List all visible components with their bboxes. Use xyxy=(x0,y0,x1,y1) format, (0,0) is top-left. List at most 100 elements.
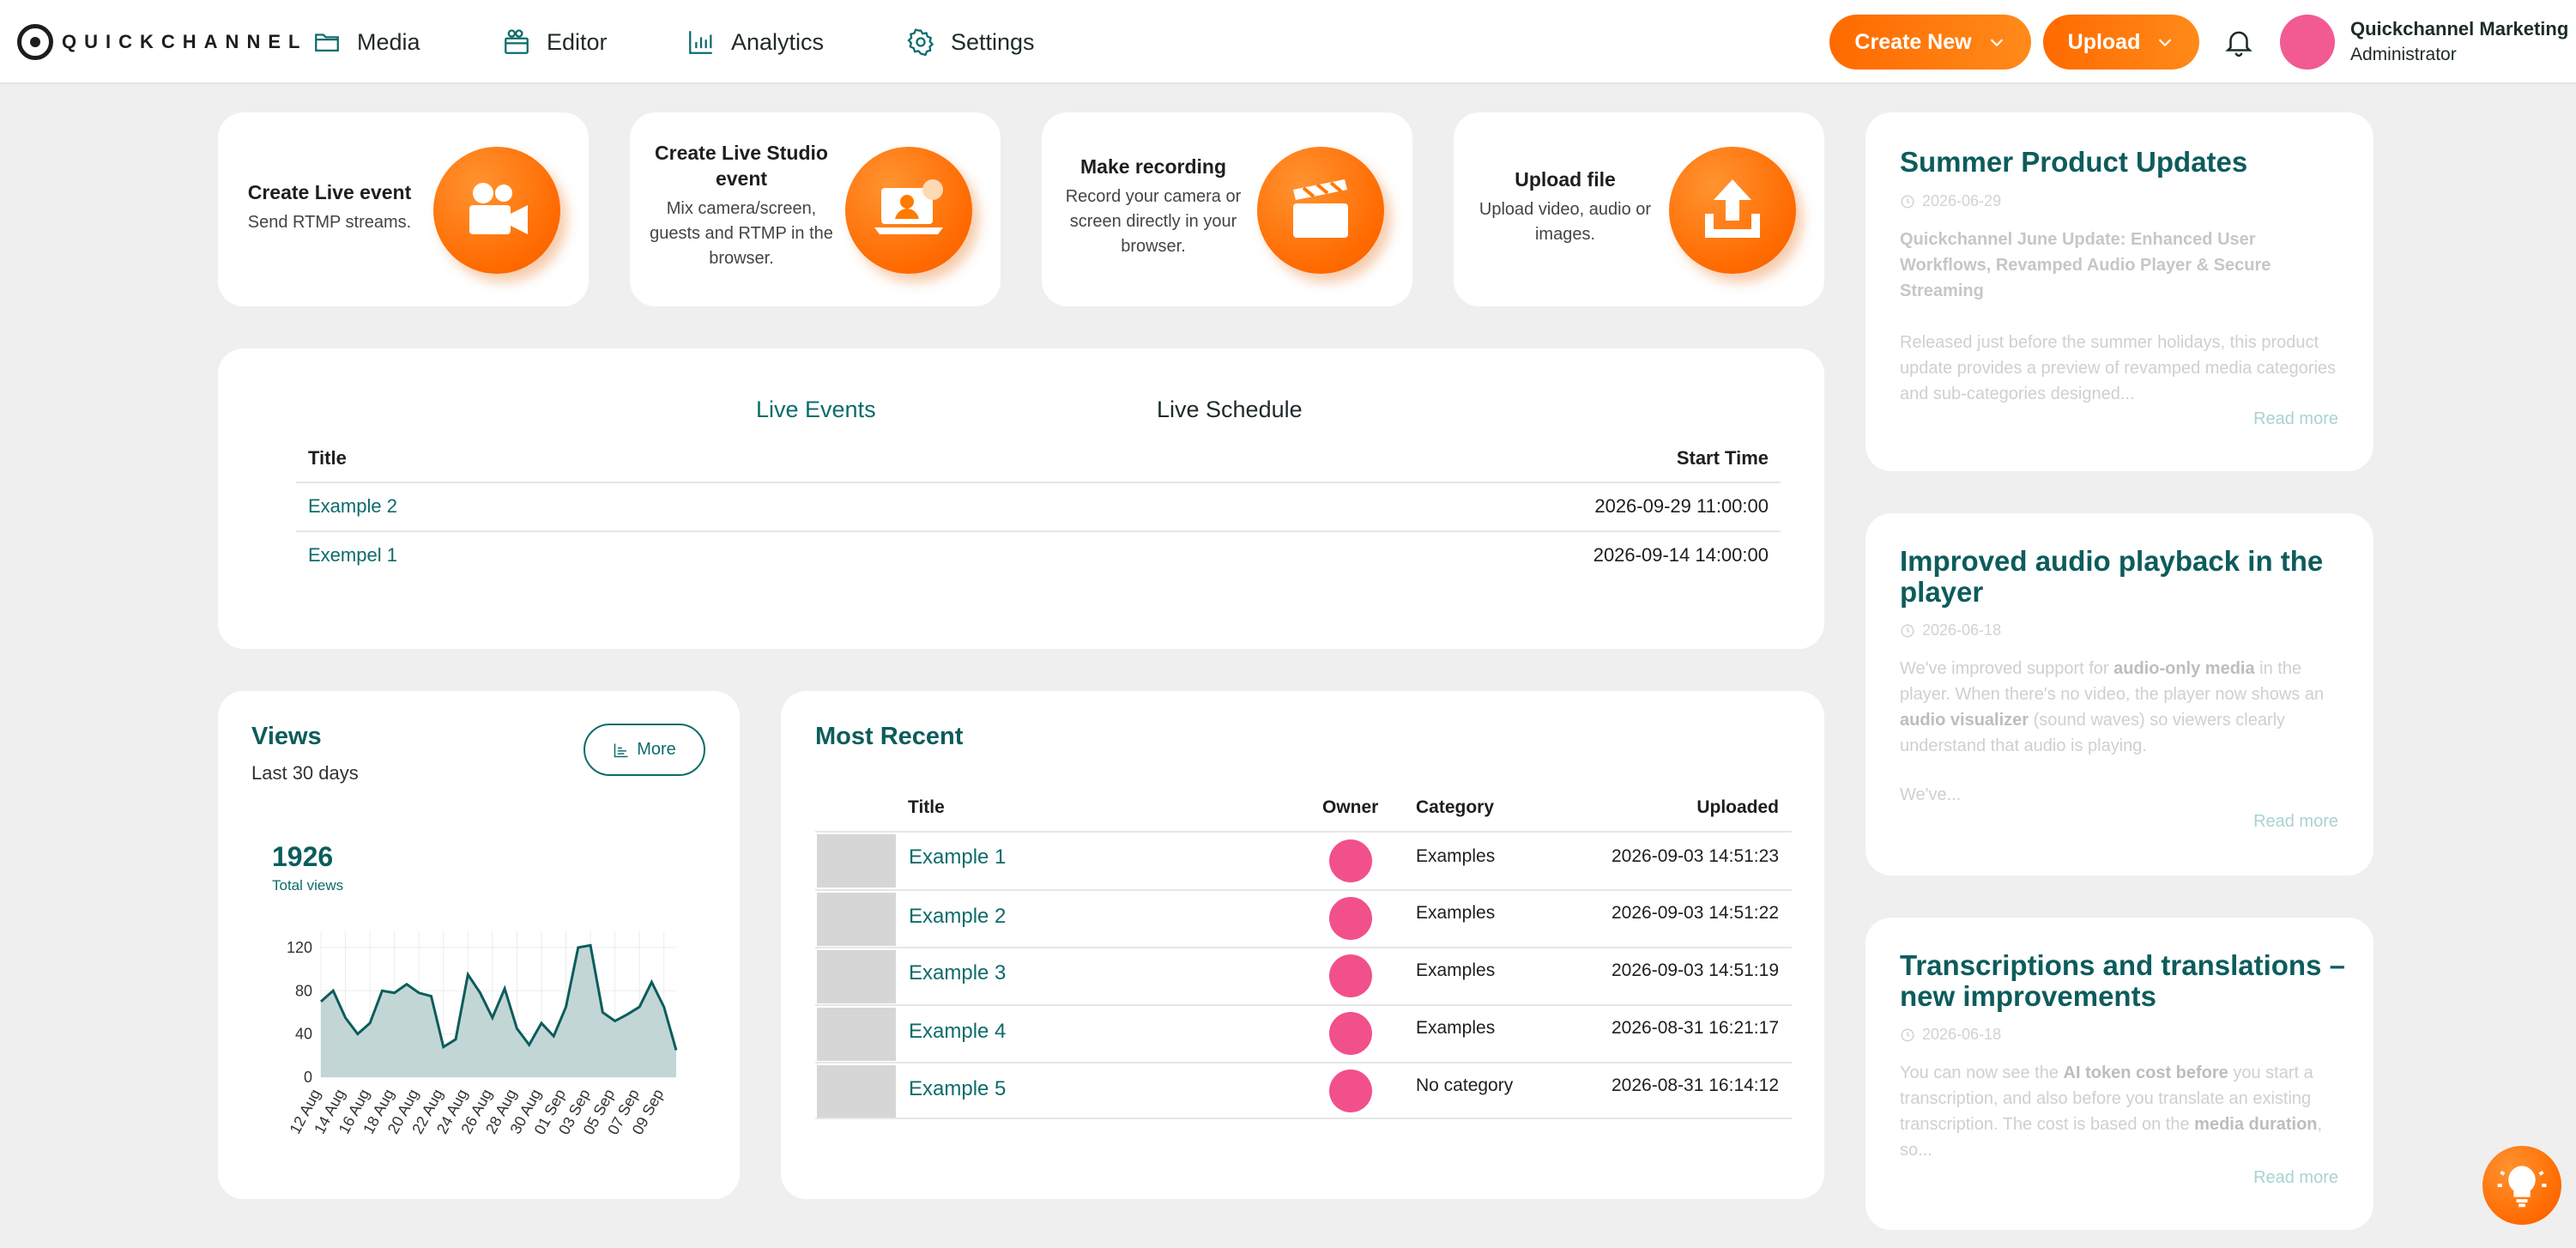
news-date: 2026-06-18 xyxy=(1900,621,2001,639)
row-divider xyxy=(815,947,1792,948)
folder-icon xyxy=(315,33,339,52)
user-avatar[interactable] xyxy=(2280,15,2335,70)
quick-action-icon-circle xyxy=(433,147,560,274)
recent-media-title[interactable]: Example 4 xyxy=(909,1020,1006,1044)
recent-col-uploaded: Uploaded xyxy=(1696,797,1779,817)
views-title: Views xyxy=(251,723,322,750)
news-date: 2026-06-18 xyxy=(1900,1026,2001,1044)
read-more-link[interactable]: Read more xyxy=(2253,409,2338,429)
nav-editor-label: Editor xyxy=(547,28,608,55)
text-run: You can now see the xyxy=(1900,1063,2064,1082)
y-tick-label: 80 xyxy=(295,982,312,999)
chevron-down-icon xyxy=(1990,39,2003,47)
recent-media-category: Examples xyxy=(1416,960,1496,980)
y-tick-label: 40 xyxy=(295,1026,312,1043)
quick-action-icon-circle xyxy=(845,147,972,274)
quick-action-text: Make recording Record your camera or scr… xyxy=(1059,154,1248,259)
user-name[interactable]: Quickchannel Marketing xyxy=(2350,18,2568,40)
nav-editor[interactable]: Editor xyxy=(502,0,608,84)
bold-text-run: AI token cost before xyxy=(2063,1063,2228,1082)
quick-action-title: Make recording xyxy=(1080,155,1226,178)
row-divider xyxy=(815,889,1792,891)
nav-media[interactable]: Media xyxy=(312,0,420,84)
row-divider xyxy=(815,831,1792,833)
media-thumbnail[interactable] xyxy=(817,1065,896,1118)
create-new-button[interactable]: Create New xyxy=(1829,15,2031,70)
views-more-label: More xyxy=(637,740,676,759)
media-thumbnail[interactable] xyxy=(817,893,896,946)
lightbulb-icon xyxy=(2497,1166,2547,1208)
tab-live-schedule[interactable]: Live Schedule xyxy=(1157,397,1303,423)
row-divider xyxy=(815,1118,1792,1119)
media-thumbnail[interactable] xyxy=(817,1008,896,1061)
news-excerpt-tail: We've... xyxy=(1900,785,1962,804)
most-recent-card xyxy=(781,691,1824,1199)
quick-action-text: Upload file Upload video, audio or image… xyxy=(1471,167,1660,247)
bold-text-run: media duration xyxy=(2194,1115,2318,1134)
quick-action-recording[interactable]: Make recording Record your camera or scr… xyxy=(1042,112,1412,306)
video-camera-icon xyxy=(469,183,528,234)
nav-media-label: Media xyxy=(357,28,420,55)
nav-analytics[interactable]: Analytics xyxy=(686,0,824,84)
recent-media-category: Examples xyxy=(1416,1018,1496,1038)
upload-icon xyxy=(1705,179,1760,238)
tab-live-events[interactable]: Live Events xyxy=(756,397,876,423)
recent-media-uploaded: 2026-09-03 14:51:23 xyxy=(1612,846,1779,866)
live-event-title[interactable]: Exempel 1 xyxy=(308,544,397,566)
news-excerpt: Released just before the summer holidays… xyxy=(1900,333,2337,403)
upload-button[interactable]: Upload xyxy=(2043,15,2199,70)
live-col-title: Title xyxy=(308,447,347,469)
recent-media-title[interactable]: Example 5 xyxy=(909,1077,1006,1101)
owner-avatar xyxy=(1329,1069,1372,1112)
quick-action-icon-circle xyxy=(1669,147,1796,274)
row-divider xyxy=(815,1004,1792,1006)
news-title[interactable]: Summer Product Updates xyxy=(1900,147,2346,178)
logo-mark-icon xyxy=(17,24,53,60)
bold-text-run: audio-only media xyxy=(2113,659,2255,678)
news-card: Transcriptions and translations – new im… xyxy=(1865,918,2373,1230)
clock-icon xyxy=(1901,624,1914,637)
quick-action-desc: Mix camera/screen, guests and RTMP in th… xyxy=(650,199,833,268)
news-title[interactable]: Transcriptions and translations – new im… xyxy=(1900,950,2346,1012)
quickchannel-logo[interactable]: QUICKCHANNEL xyxy=(17,24,307,60)
recent-col-category: Category xyxy=(1416,797,1495,817)
news-title[interactable]: Improved audio playback in the player xyxy=(1900,546,2346,608)
quick-action-live-event[interactable]: Create Live event Send RTMP streams. xyxy=(218,112,589,306)
news-date-text: 2026-06-18 xyxy=(1922,621,2002,639)
quick-action-title: Create Live Studio event xyxy=(655,142,828,190)
recent-media-category: No category xyxy=(1416,1075,1514,1095)
live-col-start-time: Start Time xyxy=(1676,447,1769,469)
views-subtitle: Last 30 days xyxy=(251,762,359,784)
recent-media-uploaded: 2026-08-31 16:21:17 xyxy=(1612,1018,1779,1038)
total-views-number: 1926 xyxy=(272,841,334,872)
help-ideas-button[interactable] xyxy=(2482,1146,2561,1225)
quick-action-text: Create Live Studio event Mix camera/scre… xyxy=(647,140,836,271)
y-tick-label: 0 xyxy=(304,1069,312,1086)
recent-media-title[interactable]: Example 2 xyxy=(909,905,1006,929)
recent-media-title[interactable]: Example 3 xyxy=(909,961,1006,985)
most-recent-title: Most Recent xyxy=(815,723,964,750)
news-card: Summer Product Updates 2026-06-29 Quickc… xyxy=(1865,112,2373,471)
live-events-card xyxy=(218,348,1824,649)
recent-media-title[interactable]: Example 1 xyxy=(909,845,1006,869)
clock-icon xyxy=(1901,195,1914,208)
news-card: Improved audio playback in the player 20… xyxy=(1865,513,2373,875)
recent-col-title: Title xyxy=(908,797,945,817)
media-thumbnail[interactable] xyxy=(817,950,896,1003)
nav-settings[interactable]: Settings xyxy=(906,0,1035,84)
views-more-button[interactable]: More xyxy=(584,724,705,776)
views-area-chart: 0408012012 Aug14 Aug16 Aug18 Aug20 Aug22… xyxy=(287,931,678,1137)
media-thumbnail[interactable] xyxy=(817,834,896,888)
news-date: 2026-06-29 xyxy=(1900,192,2001,210)
bold-text-run: audio visualizer xyxy=(1900,711,2029,730)
read-more-link[interactable]: Read more xyxy=(2253,812,2338,832)
studio-laptop-icon xyxy=(874,179,943,234)
create-new-label: Create New xyxy=(1854,29,1972,54)
bell-icon[interactable] xyxy=(2222,26,2255,58)
read-more-link[interactable]: Read more xyxy=(2253,1168,2338,1188)
quick-action-desc: Upload video, audio or images. xyxy=(1478,200,1652,244)
quick-action-live-studio[interactable]: Create Live Studio event Mix camera/scre… xyxy=(630,112,1001,306)
quick-action-upload-file[interactable]: Upload file Upload video, audio or image… xyxy=(1454,112,1824,306)
owner-avatar xyxy=(1329,897,1372,940)
live-event-title[interactable]: Example 2 xyxy=(308,495,397,518)
